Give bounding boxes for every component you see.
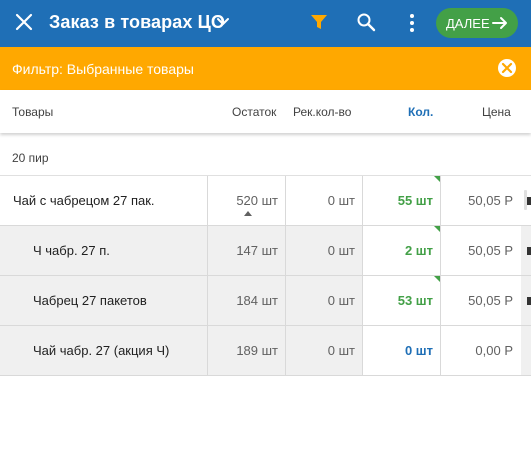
quantity-cell[interactable]: 55 шт	[362, 176, 441, 225]
app-bar: Заказ в товарах ЦО ДАЛЕЕ	[0, 0, 531, 47]
arrow-right-icon	[492, 17, 507, 29]
scroll-edge-marker	[527, 247, 531, 255]
price-cell: 50,05 Р	[440, 276, 521, 325]
scroll-edge-marker	[527, 197, 531, 205]
column-header-price[interactable]: Цена	[482, 105, 511, 119]
product-name-cell: Чай с чабрецом 27 пак.	[0, 176, 207, 225]
recommended-cell: 0 шт	[285, 326, 363, 375]
more-vert-icon[interactable]	[402, 12, 422, 34]
table-row[interactable]: Чай с чабрецом 27 пак. 520 шт 0 шт 55 шт…	[0, 176, 531, 226]
price-value: 50,05 Р	[468, 243, 513, 258]
stock-cell: 184 шт	[207, 276, 286, 325]
table-row[interactable]: Чай чабр. 27 (акция Ч) 189 шт 0 шт 0 шт …	[0, 326, 531, 376]
group-header: 20 пир	[0, 135, 531, 176]
recommended-value: 0 шт	[327, 293, 355, 308]
product-name: Чай чабр. 27 (акция Ч)	[33, 343, 170, 358]
price-value: 0,00 Р	[475, 343, 513, 358]
quantity-cell[interactable]: 2 шт	[362, 226, 441, 275]
next-button[interactable]: ДАЛЕЕ	[436, 8, 518, 38]
product-name: Чай с чабрецом 27 пак.	[13, 193, 155, 208]
search-icon[interactable]	[356, 12, 376, 32]
column-header-stock[interactable]: Остаток	[232, 105, 276, 119]
stock-value: 184 шт	[236, 293, 278, 308]
stock-cell: 147 шт	[207, 226, 286, 275]
chevron-down-icon[interactable]	[216, 15, 230, 29]
column-header-quantity[interactable]: Кол.	[408, 105, 433, 119]
table-row[interactable]: Ч чабр. 27 п. 147 шт 0 шт 2 шт 50,05 Р	[0, 226, 531, 276]
group-label: 20 пир	[12, 151, 49, 165]
column-header-recommended[interactable]: Рек.кол-во	[293, 105, 351, 119]
quantity-value: 2 шт	[404, 243, 433, 258]
stock-value: 147 шт	[236, 243, 278, 258]
price-cell: 0,00 Р	[440, 326, 521, 375]
close-icon[interactable]	[14, 12, 34, 32]
recommended-cell: 0 шт	[285, 176, 363, 225]
stock-cell: 520 шт	[207, 176, 286, 225]
quantity-value: 0 шт	[404, 343, 433, 358]
quantity-value: 53 шт	[397, 293, 433, 308]
product-name-cell: Чай чабр. 27 (акция Ч)	[0, 326, 207, 375]
column-header-goods[interactable]: Товары	[12, 105, 53, 119]
price-value: 50,05 Р	[468, 193, 513, 208]
scroll-edge-marker	[527, 297, 531, 305]
recommended-value: 0 шт	[327, 193, 355, 208]
stock-value: 520 шт	[236, 193, 278, 208]
recommended-value: 0 шт	[327, 243, 355, 258]
filter-icon[interactable]	[309, 12, 329, 32]
filter-text: Фильтр: Выбранные товары	[12, 61, 194, 77]
quantity-cell[interactable]: 53 шт	[362, 276, 441, 325]
next-button-label: ДАЛЕЕ	[446, 16, 490, 31]
filter-bar: Фильтр: Выбранные товары	[0, 47, 531, 90]
product-name: Ч чабр. 27 п.	[33, 243, 110, 258]
table-header: Товары Остаток Рек.кол-во Кол. Цена	[0, 90, 531, 133]
recommended-cell: 0 шт	[285, 226, 363, 275]
page-title[interactable]: Заказ в товарах ЦО	[49, 12, 225, 33]
price-cell: 50,05 Р	[440, 226, 521, 275]
product-name-cell: Ч чабр. 27 п.	[0, 226, 207, 275]
price-value: 50,05 Р	[468, 293, 513, 308]
stock-value: 189 шт	[236, 343, 278, 358]
clear-filter-icon[interactable]	[497, 58, 517, 78]
recommended-value: 0 шт	[327, 343, 355, 358]
product-name: Чабрец 27 пакетов	[33, 293, 147, 308]
recommended-cell: 0 шт	[285, 276, 363, 325]
quantity-cell[interactable]: 0 шт	[362, 326, 441, 375]
quantity-value: 55 шт	[397, 193, 433, 208]
stock-cell: 189 шт	[207, 326, 286, 375]
table-row[interactable]: Чабрец 27 пакетов 184 шт 0 шт 53 шт 50,0…	[0, 276, 531, 326]
product-name-cell: Чабрец 27 пакетов	[0, 276, 207, 325]
price-cell: 50,05 Р	[440, 176, 521, 225]
sort-up-icon	[244, 211, 252, 216]
